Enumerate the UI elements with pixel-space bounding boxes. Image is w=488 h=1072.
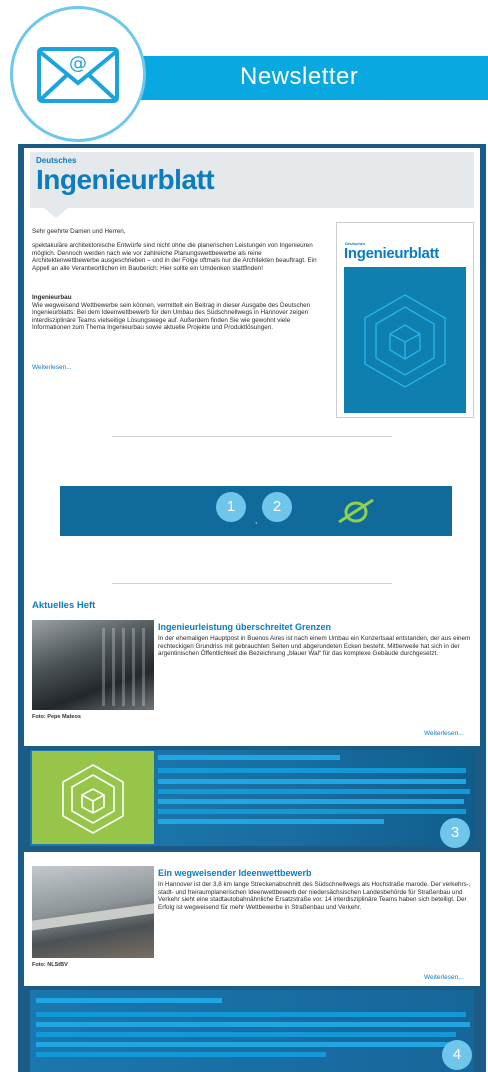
- placeholder-line: [36, 1052, 326, 1057]
- article2-title[interactable]: Ein wegweisender Ideenwettbewerb: [158, 868, 312, 878]
- placeholder-line: [36, 1012, 466, 1017]
- ingenieurbau-section: Ingenieurbau Wie wegweisend Wettbewerbe …: [32, 294, 320, 332]
- cover-artwork: [344, 267, 466, 413]
- ingenieurbau-text: Wie wegweisend Wettbewerbe sein können, …: [32, 301, 311, 332]
- placeholder-line: [36, 998, 222, 1003]
- article2-read-more-link[interactable]: Weiterlesen...: [424, 974, 464, 981]
- promo-banner[interactable]: [60, 486, 452, 536]
- cover-brand-name: Ingenieurblatt: [344, 245, 439, 262]
- header-title: Newsletter: [240, 63, 359, 90]
- placeholder-line: [158, 809, 466, 814]
- photo1-caption: Foto: Pepe Mateos: [32, 714, 81, 720]
- divider-bottom: [112, 583, 392, 584]
- greeting: Sehr geehrte Damen und Herren,: [32, 228, 126, 235]
- envelope-at-icon: @: [10, 6, 146, 142]
- cube-outline-icon: [62, 764, 124, 834]
- newsletter-header-bar: Newsletter: [92, 56, 488, 100]
- brand-logo[interactable]: Ingenieurblatt: [36, 164, 215, 196]
- annotation-badge-1: 1: [216, 492, 246, 522]
- annotation-badge-4: 4: [442, 1040, 472, 1070]
- annotation-badge-3: 3: [440, 818, 470, 848]
- highway-photo[interactable]: [32, 866, 154, 958]
- placeholder-line: [158, 799, 464, 804]
- placeholder-line: [36, 1042, 460, 1047]
- article2-text: In Hannover ist der 3,8 km lange Strecke…: [158, 881, 471, 911]
- article1-title[interactable]: Ingenieurleistung überschreitet Grenzen: [158, 622, 331, 632]
- placeholder-line: [158, 819, 384, 824]
- article1-text: In der ehemaligen Hauptpost in Buenos Ai…: [158, 635, 471, 658]
- magazine-cover[interactable]: Deutsches Ingenieurblatt: [336, 222, 474, 418]
- divider-top: [112, 436, 392, 437]
- current-issue-heading: Aktuelles Heft: [32, 600, 96, 611]
- placeholder-line: [158, 755, 340, 760]
- ring-slash-icon: [338, 498, 374, 524]
- placeholder-line: [158, 768, 466, 773]
- annotation-badge-2: 2: [262, 492, 292, 522]
- intro-paragraph: spektakuläre architektonische Entwürfe s…: [32, 242, 317, 272]
- intro-read-more-link[interactable]: Weiterlesen...: [32, 364, 72, 371]
- placeholder-line: [36, 1022, 470, 1027]
- brand-notch: [44, 208, 68, 218]
- placeholder-line: [36, 1032, 456, 1037]
- ingenieurbau-title: Ingenieurbau: [32, 294, 72, 301]
- promo-image: [32, 751, 154, 844]
- svg-text:@: @: [69, 53, 87, 74]
- badge-separator: ,: [255, 516, 258, 525]
- placeholder-line: [158, 779, 466, 784]
- placeholder-line: [158, 789, 470, 794]
- cube-outline-icon: [364, 294, 446, 388]
- photo2-caption: Foto: NLStBV: [32, 962, 68, 968]
- article1-read-more-link[interactable]: Weiterlesen...: [424, 730, 464, 737]
- concert-hall-photo[interactable]: [32, 620, 154, 710]
